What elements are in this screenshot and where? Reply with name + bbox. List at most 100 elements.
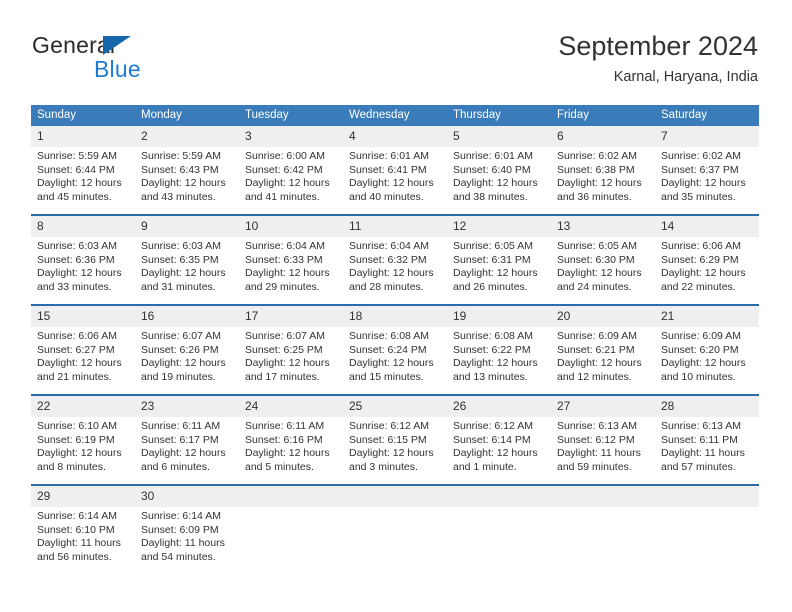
day-cell[interactable]: 11 Sunrise: 6:04 AM Sunset: 6:32 PM Dayl… [343,214,447,305]
day-cell[interactable]: 6 Sunrise: 6:02 AM Sunset: 6:38 PM Dayli… [551,126,655,215]
day-cell[interactable]: 3 Sunrise: 6:00 AM Sunset: 6:42 PM Dayli… [239,126,343,215]
sunset-text: Sunset: 6:17 PM [141,433,219,446]
sunset-text: Sunset: 6:42 PM [245,163,323,176]
calendar-week-row: 29 Sunrise: 6:14 AM Sunset: 6:10 PM Dayl… [31,484,759,574]
day-cell[interactable]: 15 Sunrise: 6:06 AM Sunset: 6:27 PM Dayl… [31,304,135,395]
day-cell[interactable]: 9 Sunrise: 6:03 AM Sunset: 6:35 PM Dayli… [135,214,239,305]
day-cell[interactable]: 4 Sunrise: 6:01 AM Sunset: 6:41 PM Dayli… [343,126,447,215]
day-details: Sunrise: 5:59 AM Sunset: 6:44 PM Dayligh… [31,147,135,204]
day-cell[interactable]: 22 Sunrise: 6:10 AM Sunset: 6:19 PM Dayl… [31,394,135,485]
day-cell[interactable]: 8 Sunrise: 6:03 AM Sunset: 6:36 PM Dayli… [31,214,135,305]
sunset-text: Sunset: 6:36 PM [37,253,115,266]
sunrise-text: Sunrise: 6:07 AM [245,330,325,342]
sunset-text: Sunset: 6:33 PM [245,253,323,266]
day-number: 3 [239,126,343,147]
daylight-text: Daylight: 12 hours and 21 minutes. [37,357,122,383]
day-cell[interactable]: 27 Sunrise: 6:13 AM Sunset: 6:12 PM Dayl… [551,394,655,485]
day-number: 1 [31,126,135,147]
day-cell[interactable]: 5 Sunrise: 6:01 AM Sunset: 6:40 PM Dayli… [447,126,551,215]
daylight-text: Daylight: 12 hours and 43 minutes. [141,177,226,203]
day-details: Sunrise: 6:09 AM Sunset: 6:20 PM Dayligh… [655,327,759,384]
day-cell[interactable]: 7 Sunrise: 6:02 AM Sunset: 6:37 PM Dayli… [655,126,759,215]
day-number: 27 [551,396,655,417]
sunrise-text: Sunrise: 6:04 AM [349,240,429,252]
day-cell-empty [343,484,447,574]
daylight-text: Daylight: 12 hours and 12 minutes. [557,357,642,383]
calendar-week-row: 22 Sunrise: 6:10 AM Sunset: 6:19 PM Dayl… [31,394,759,485]
day-number: 4 [343,126,447,147]
day-number: 5 [447,126,551,147]
day-cell[interactable]: 1 Sunrise: 5:59 AM Sunset: 6:44 PM Dayli… [31,126,135,215]
daylight-text: Daylight: 11 hours and 59 minutes. [557,447,641,473]
day-details: Sunrise: 6:12 AM Sunset: 6:15 PM Dayligh… [343,417,447,474]
daylight-text: Daylight: 12 hours and 38 minutes. [453,177,538,203]
day-number: 9 [135,216,239,237]
day-cell[interactable]: 29 Sunrise: 6:14 AM Sunset: 6:10 PM Dayl… [31,484,135,574]
day-cell[interactable]: 2 Sunrise: 5:59 AM Sunset: 6:43 PM Dayli… [135,126,239,215]
sunset-text: Sunset: 6:10 PM [37,523,115,536]
logo-triangle-icon [103,36,131,55]
day-number: 14 [655,216,759,237]
day-cell[interactable]: 26 Sunrise: 6:12 AM Sunset: 6:14 PM Dayl… [447,394,551,485]
sunrise-text: Sunrise: 6:14 AM [141,510,221,522]
day-details: Sunrise: 6:05 AM Sunset: 6:30 PM Dayligh… [551,237,655,294]
day-number: 21 [655,306,759,327]
day-cell[interactable]: 10 Sunrise: 6:04 AM Sunset: 6:33 PM Dayl… [239,214,343,305]
day-cell[interactable]: 20 Sunrise: 6:09 AM Sunset: 6:21 PM Dayl… [551,304,655,395]
daylight-text: Daylight: 12 hours and 3 minutes. [349,447,434,473]
sunset-text: Sunset: 6:16 PM [245,433,323,446]
day-cell[interactable]: 25 Sunrise: 6:12 AM Sunset: 6:15 PM Dayl… [343,394,447,485]
calendar-page: General Blue September 2024 Karnal, Hary… [0,0,792,612]
day-cell[interactable]: 24 Sunrise: 6:11 AM Sunset: 6:16 PM Dayl… [239,394,343,485]
sunrise-text: Sunrise: 6:13 AM [661,420,741,432]
day-details: Sunrise: 6:07 AM Sunset: 6:25 PM Dayligh… [239,327,343,384]
daylight-text: Daylight: 12 hours and 35 minutes. [661,177,746,203]
sunset-text: Sunset: 6:27 PM [37,343,115,356]
sunrise-text: Sunrise: 6:05 AM [557,240,637,252]
day-cell-empty [655,484,759,574]
day-cell[interactable]: 13 Sunrise: 6:05 AM Sunset: 6:30 PM Dayl… [551,214,655,305]
daylight-text: Daylight: 11 hours and 56 minutes. [37,537,121,563]
day-cell[interactable]: 21 Sunrise: 6:09 AM Sunset: 6:20 PM Dayl… [655,304,759,395]
day-number: 28 [655,396,759,417]
generalblue-logo[interactable]: General Blue [32,32,232,84]
calendar-body: 1 Sunrise: 5:59 AM Sunset: 6:44 PM Dayli… [31,126,759,574]
sunrise-sunset-calendar: Sunday Monday Tuesday Wednesday Thursday… [31,105,759,574]
sunset-text: Sunset: 6:25 PM [245,343,323,356]
day-details: Sunrise: 6:01 AM Sunset: 6:41 PM Dayligh… [343,147,447,204]
day-number: 18 [343,306,447,327]
day-cell[interactable]: 19 Sunrise: 6:08 AM Sunset: 6:22 PM Dayl… [447,304,551,395]
daylight-text: Daylight: 12 hours and 29 minutes. [245,267,330,293]
day-cell[interactable]: 14 Sunrise: 6:06 AM Sunset: 6:29 PM Dayl… [655,214,759,305]
weekday-header-sunday: Sunday [31,105,135,126]
calendar-week-row: 15 Sunrise: 6:06 AM Sunset: 6:27 PM Dayl… [31,304,759,395]
day-cell[interactable]: 12 Sunrise: 6:05 AM Sunset: 6:31 PM Dayl… [447,214,551,305]
day-details: Sunrise: 6:03 AM Sunset: 6:35 PM Dayligh… [135,237,239,294]
day-cell[interactable]: 17 Sunrise: 6:07 AM Sunset: 6:25 PM Dayl… [239,304,343,395]
daylight-text: Daylight: 12 hours and 45 minutes. [37,177,122,203]
sunset-text: Sunset: 6:30 PM [557,253,635,266]
day-cell-empty [551,484,655,574]
day-details: Sunrise: 6:09 AM Sunset: 6:21 PM Dayligh… [551,327,655,384]
sunset-text: Sunset: 6:41 PM [349,163,427,176]
day-number: 12 [447,216,551,237]
daylight-text: Daylight: 12 hours and 31 minutes. [141,267,226,293]
day-cell[interactable]: 28 Sunrise: 6:13 AM Sunset: 6:11 PM Dayl… [655,394,759,485]
day-details: Sunrise: 6:08 AM Sunset: 6:24 PM Dayligh… [343,327,447,384]
day-cell[interactable]: 30 Sunrise: 6:14 AM Sunset: 6:09 PM Dayl… [135,484,239,574]
day-cell[interactable]: 23 Sunrise: 6:11 AM Sunset: 6:17 PM Dayl… [135,394,239,485]
day-number: 7 [655,126,759,147]
page-title: September 2024 [558,31,758,61]
daylight-text: Daylight: 12 hours and 5 minutes. [245,447,330,473]
daylight-text: Daylight: 12 hours and 28 minutes. [349,267,434,293]
day-number: 2 [135,126,239,147]
day-details: Sunrise: 6:10 AM Sunset: 6:19 PM Dayligh… [31,417,135,474]
day-cell[interactable]: 16 Sunrise: 6:07 AM Sunset: 6:26 PM Dayl… [135,304,239,395]
day-number: 20 [551,306,655,327]
daylight-text: Daylight: 12 hours and 41 minutes. [245,177,330,203]
sunrise-text: Sunrise: 6:08 AM [349,330,429,342]
day-cell[interactable]: 18 Sunrise: 6:08 AM Sunset: 6:24 PM Dayl… [343,304,447,395]
sunrise-text: Sunrise: 6:12 AM [349,420,429,432]
calendar-week-row: 8 Sunrise: 6:03 AM Sunset: 6:36 PM Dayli… [31,214,759,305]
sunset-text: Sunset: 6:09 PM [141,523,219,536]
